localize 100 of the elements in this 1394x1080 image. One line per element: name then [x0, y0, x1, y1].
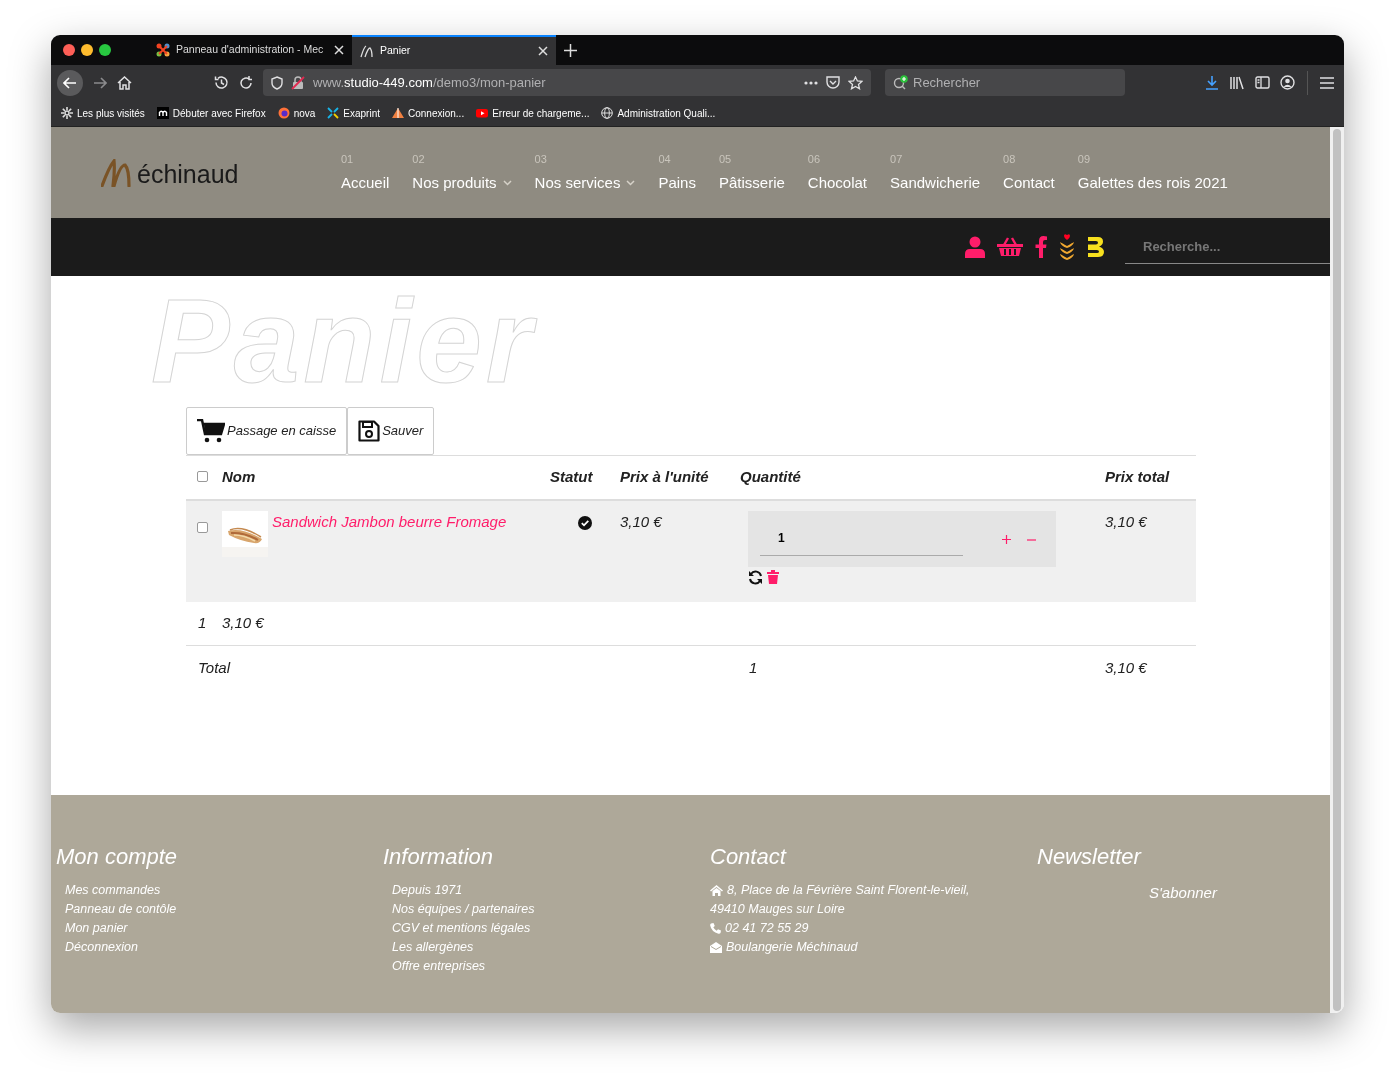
phone-icon	[710, 923, 721, 934]
column-header: Quantité	[740, 467, 802, 488]
footer-link[interactable]: Panneau de contôle	[56, 900, 383, 919]
history-icon[interactable]	[214, 75, 229, 90]
checkbox[interactable]	[197, 522, 208, 533]
globe-icon	[601, 107, 614, 119]
user-icon[interactable]	[965, 236, 985, 258]
back-button[interactable]	[57, 69, 83, 96]
footer-link[interactable]: Depuis 1971	[383, 881, 710, 900]
quantity-field[interactable]: 1	[760, 522, 963, 556]
address-bar[interactable]: www.studio-449.com/demo3/mon-panier	[263, 69, 871, 96]
shield-icon	[271, 75, 283, 90]
search-icon	[893, 75, 909, 90]
nav-link[interactable]: 04 Pains	[658, 151, 696, 194]
item-count: 1	[198, 614, 207, 632]
browser-tab[interactable]: Panier	[352, 35, 556, 65]
total-amount: 3,10 €	[1105, 658, 1147, 676]
bookmark[interactable]: Exaprint	[327, 105, 380, 121]
star-icon[interactable]	[848, 75, 863, 90]
envelope-icon	[710, 942, 722, 953]
close-icon[interactable]	[538, 46, 548, 56]
pocket-icon[interactable]	[826, 76, 840, 89]
sidebar-icon[interactable]	[1255, 76, 1270, 89]
checkbox[interactable]	[197, 471, 208, 483]
refresh-icon[interactable]	[748, 570, 763, 585]
bookmark[interactable]: Administration Quali...	[601, 105, 716, 121]
footer-heading: Contact	[710, 843, 788, 871]
account-icon[interactable]	[1280, 75, 1295, 90]
footer-link[interactable]: Mon panier	[56, 919, 383, 938]
close-icon[interactable]	[334, 45, 344, 55]
back-arrow-icon	[63, 76, 77, 89]
checkout-button[interactable]: Passage en caisse	[186, 407, 348, 455]
save-button[interactable]: Sauver	[347, 407, 435, 455]
minimize-window-icon[interactable]	[81, 44, 93, 56]
column-header: Statut	[550, 467, 594, 488]
gear-icon	[61, 107, 73, 119]
plus-icon[interactable]	[564, 43, 577, 57]
footer-link[interactable]: Offre entreprises	[383, 957, 710, 976]
cart-icon	[197, 419, 225, 443]
subscribe-link[interactable]: S'abonner	[1149, 883, 1217, 902]
contact-text: Boulangerie Méchinaud	[726, 939, 858, 956]
footer-heading: Newsletter	[1037, 843, 1143, 871]
logo-text: échinaud	[137, 161, 239, 187]
price-text: 3,10 €	[1105, 513, 1147, 530]
contact-text: 02 41 72 55 29	[725, 920, 809, 937]
maximize-window-icon[interactable]	[99, 44, 111, 56]
url-text: www.studio-449.com/demo3/mon-panier	[313, 73, 547, 92]
footer-link[interactable]: Nos équipes / partenaires	[383, 900, 710, 919]
more-icon[interactable]	[804, 80, 818, 85]
reload-icon[interactable]	[239, 75, 253, 90]
home-icon	[710, 885, 723, 896]
plus-icon	[1002, 535, 1011, 545]
footer-link[interactable]: Déconnexion	[56, 938, 383, 957]
browser-tab[interactable]: Panneau d'administration - Mec	[148, 35, 352, 65]
column-header: Nom	[222, 467, 257, 488]
facebook-icon[interactable]	[1035, 236, 1047, 258]
wheat-icon[interactable]	[1059, 234, 1075, 260]
footer-heading: Information	[383, 843, 495, 871]
footer-link[interactable]: Mes commandes	[56, 881, 383, 900]
price-text: 3,10 €	[620, 513, 662, 530]
bookmark[interactable]: Connexion...	[392, 105, 465, 121]
square-logo-icon	[156, 107, 169, 119]
product-link[interactable]: Sandwich Jambon beurre Fromage	[272, 511, 507, 557]
footer-link[interactable]: Les allergènes	[383, 938, 710, 957]
quantity-stepper[interactable]: 1	[748, 511, 1056, 567]
bookmark[interactable]: Débuter avec Firefox	[156, 105, 266, 121]
nav-link[interactable]: 08 Contact	[1003, 151, 1055, 194]
total-quantity: 1	[749, 658, 758, 676]
footer-heading: Mon compte	[56, 843, 179, 871]
swoosh-logo-icon	[360, 44, 374, 58]
search-field[interactable]: Rechercher	[885, 69, 1125, 96]
cross-logo-icon	[327, 107, 340, 119]
basket-icon[interactable]	[997, 237, 1023, 257]
subtotal-text: 3,10 €	[222, 614, 264, 632]
bookmark[interactable]: Erreur de chargeme...	[476, 105, 590, 121]
nav-link[interactable]: 05 Pâtisserie	[718, 151, 785, 194]
trash-icon[interactable]	[767, 570, 779, 584]
download-icon[interactable]	[1205, 75, 1219, 90]
contact-text: 8, Place de la Févrière Saint Florent-le-vieil,	[727, 882, 970, 899]
column-header: Prix à l'unité	[620, 467, 710, 488]
joomla-logo-icon	[156, 43, 170, 57]
bookmark[interactable]: Les plus visités	[61, 105, 145, 121]
firefox-icon	[277, 107, 290, 119]
tent-icon	[392, 107, 404, 119]
column-header: Prix total	[1105, 467, 1171, 488]
play-icon	[476, 107, 489, 119]
forward-icon[interactable]	[93, 76, 107, 89]
home-icon[interactable]	[117, 75, 132, 90]
nav-link[interactable]: 03 Nos services	[534, 151, 636, 194]
scrollbar-thumb[interactable]	[1333, 129, 1341, 1011]
close-window-icon[interactable]	[63, 44, 75, 56]
search-field[interactable]: Recherche...	[1125, 230, 1330, 264]
insecure-lock-icon	[291, 75, 305, 90]
library-icon[interactable]	[1229, 75, 1245, 90]
footer-link[interactable]: CGV et mentions légales	[383, 919, 710, 938]
bookmark[interactable]: nova	[277, 105, 316, 121]
minus-icon	[1027, 538, 1036, 541]
contact-text: 49410 Mauges sur Loire	[710, 901, 845, 918]
menu-icon[interactable]	[1320, 76, 1334, 89]
total-label: Total	[198, 658, 230, 676]
